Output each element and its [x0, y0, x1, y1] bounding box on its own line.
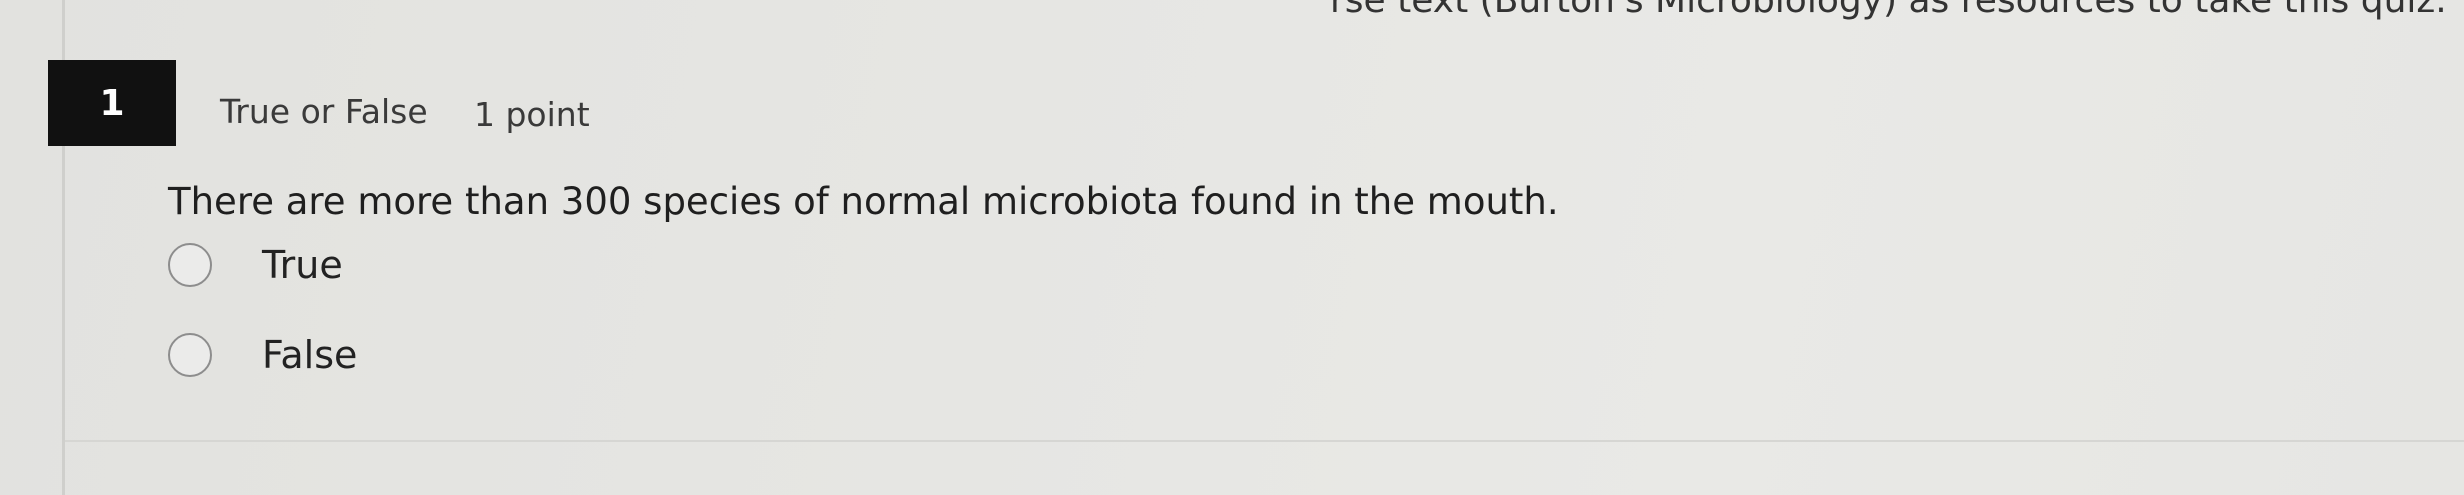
radio-button-false[interactable]	[168, 333, 212, 377]
question-number-badge: 1	[48, 60, 176, 146]
question-text: There are more than 300 species of norma…	[168, 180, 1559, 223]
quiz-instructions: rse text (Burton's Microbiology) as reso…	[1330, 0, 2447, 21]
question-type-label: True or False	[220, 92, 428, 131]
answer-option-true[interactable]: True	[168, 243, 343, 287]
question-points: 1 point	[474, 95, 590, 134]
question-divider	[65, 440, 2464, 442]
answer-option-label[interactable]: True	[262, 243, 343, 287]
radio-button-true[interactable]	[168, 243, 212, 287]
answer-option-label[interactable]: False	[262, 333, 357, 377]
answer-option-false[interactable]: False	[168, 333, 357, 377]
